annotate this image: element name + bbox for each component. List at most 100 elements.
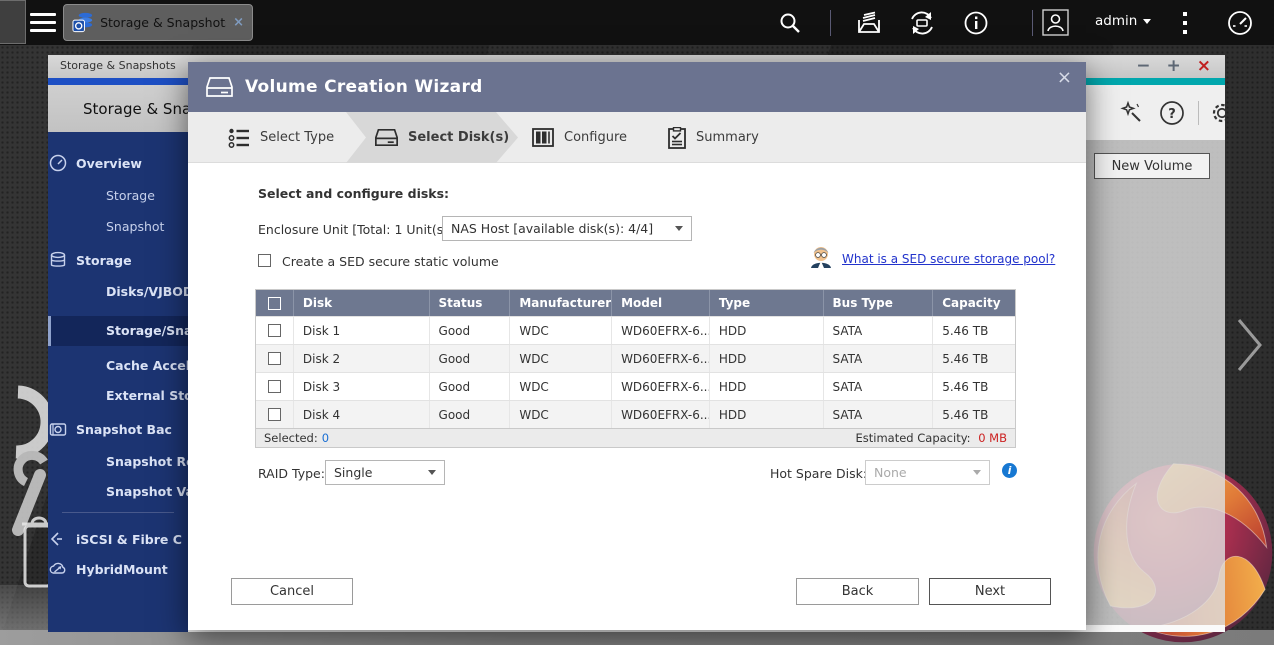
- row-checkbox[interactable]: [268, 324, 281, 337]
- step-configure[interactable]: Configure: [532, 112, 627, 163]
- table-cell: Disk 4: [293, 401, 429, 428]
- wizard-wand-icon[interactable]: [1118, 100, 1144, 126]
- notifications-info-icon[interactable]: [963, 10, 989, 36]
- app-header: Storage & Snapshots: [48, 85, 188, 132]
- sidebar-item-snapshot-overview[interactable]: Snapshot: [48, 219, 188, 234]
- table-cell: WDC: [509, 317, 611, 344]
- sidebar-divider: [62, 512, 174, 513]
- dialog-close-icon[interactable]: ×: [1057, 67, 1072, 88]
- table-cell: Good: [429, 373, 510, 400]
- cancel-button[interactable]: Cancel: [231, 578, 353, 605]
- table-row[interactable]: Disk 4 Good WDC WD60EFRX-6... HDD SATA 5…: [256, 400, 1015, 428]
- table-cell: 5.46 TB: [932, 373, 1015, 400]
- tab-storage-snapshots[interactable]: Storage & Snapshots ×: [63, 4, 253, 41]
- storage-snapshots-app-icon: [72, 11, 93, 35]
- gear-icon[interactable]: [1208, 99, 1225, 127]
- col-bus-type[interactable]: Bus Type: [823, 290, 933, 316]
- sidebar-section-snapshot-backup[interactable]: Snapshot Bac: [48, 420, 188, 438]
- table-header-row: Disk Status Manufacturer Model Type Bus …: [256, 290, 1015, 316]
- table-cell: Good: [429, 345, 510, 372]
- help-icon[interactable]: ?: [1159, 100, 1185, 126]
- raid-type-dropdown[interactable]: Single: [325, 460, 445, 485]
- more-options-icon[interactable]: [1178, 10, 1192, 36]
- sidebar-item-external-storage[interactable]: External Stora: [48, 388, 188, 403]
- user-menu[interactable]: admin: [1095, 13, 1151, 29]
- select-all-checkbox[interactable]: [268, 297, 281, 310]
- window-right-panel: ? New Volume: [1086, 85, 1225, 632]
- info-icon[interactable]: i: [1002, 463, 1017, 478]
- table-cell: SATA: [823, 373, 933, 400]
- table-cell: WDC: [509, 401, 611, 428]
- dialog-title: Volume Creation Wizard: [245, 77, 483, 97]
- window-toolbar: ?: [1086, 85, 1225, 140]
- step-summary[interactable]: Summary: [668, 112, 759, 163]
- sidebar-item-iscsi-fibre[interactable]: iSCSI & Fibre C: [48, 530, 188, 548]
- row-checkbox[interactable]: [268, 380, 281, 393]
- sidebar-item-storage-overview[interactable]: Storage: [48, 188, 188, 203]
- background-tasks-icon[interactable]: [856, 10, 882, 36]
- sed-checkbox[interactable]: [258, 254, 271, 267]
- sidebar-item-storage-snapshots[interactable]: Storage/Snap: [48, 323, 188, 338]
- table-row[interactable]: Disk 2 Good WDC WD60EFRX-6... HDD SATA 5…: [256, 344, 1015, 372]
- user-avatar-icon[interactable]: [1042, 9, 1069, 36]
- table-cell: SATA: [823, 317, 933, 344]
- sidebar-item-cache-acceleration[interactable]: Cache Accele: [48, 358, 188, 373]
- sidebar-item-hybridmount[interactable]: HybridMount: [48, 560, 188, 578]
- sidebar-item-snapshot-replica[interactable]: Snapshot Rep: [48, 454, 188, 469]
- search-icon[interactable]: [778, 11, 802, 35]
- window-title: Storage & Snapshots: [60, 59, 176, 72]
- top-bar: Storage & Snapshots ×: [0, 0, 1274, 45]
- col-disk[interactable]: Disk: [293, 290, 429, 316]
- sidebar-item-disks-vjbod[interactable]: Disks/VJBOD: [48, 284, 188, 299]
- tab-close-icon[interactable]: ×: [233, 15, 244, 30]
- col-capacity[interactable]: Capacity: [932, 290, 1015, 316]
- main-menu-icon[interactable]: [30, 13, 56, 32]
- table-cell: SATA: [823, 345, 933, 372]
- desktop-next-arrow-icon[interactable]: [1234, 315, 1264, 375]
- row-checkbox[interactable]: [268, 352, 281, 365]
- col-status[interactable]: Status: [429, 290, 510, 316]
- hot-spare-dropdown[interactable]: None: [865, 460, 990, 485]
- username: admin: [1095, 13, 1137, 29]
- partition-icon: [532, 128, 554, 147]
- table-row[interactable]: Disk 3 Good WDC WD60EFRX-6... HDD SATA 5…: [256, 372, 1015, 400]
- selected-count: 0: [322, 431, 329, 445]
- table-cell: WD60EFRX-6...: [611, 401, 709, 428]
- table-cell: 5.46 TB: [932, 345, 1015, 372]
- sidebar-item-overview[interactable]: Overview: [48, 154, 188, 172]
- minimize-icon[interactable]: −: [1136, 56, 1150, 77]
- sidebar-item-snapshot-vault[interactable]: Snapshot Vau: [48, 484, 188, 499]
- dashboard-gauge-icon[interactable]: [1226, 9, 1254, 37]
- corner-tile: [0, 0, 26, 44]
- col-type[interactable]: Type: [709, 290, 823, 316]
- enclosure-dropdown[interactable]: NAS Host [available disk(s): 4/4]: [442, 216, 692, 241]
- cloud-icon: [48, 560, 68, 578]
- close-icon[interactable]: ×: [1197, 56, 1211, 77]
- next-button[interactable]: Next: [929, 578, 1051, 605]
- col-model[interactable]: Model: [611, 290, 709, 316]
- summary-clipboard-icon: [668, 127, 686, 149]
- table-row[interactable]: Disk 1 Good WDC WD60EFRX-6... HDD SATA 5…: [256, 316, 1015, 344]
- step-select-type[interactable]: Select Type: [228, 112, 334, 163]
- enclosure-label: Enclosure Unit [Total: 1 Unit(s)]:: [258, 222, 457, 237]
- maximize-icon[interactable]: +: [1167, 56, 1181, 77]
- external-device-sync-icon[interactable]: [908, 9, 936, 37]
- wizard-stepbar: Select Type Select Disk(s) Configure: [188, 112, 1086, 163]
- sidebar-section-storage[interactable]: Storage: [48, 251, 188, 269]
- table-cell: SATA: [823, 401, 933, 428]
- table-cell: WD60EFRX-6...: [611, 373, 709, 400]
- table-cell: HDD: [709, 401, 823, 428]
- table-cell: HDD: [709, 345, 823, 372]
- col-manufacturer[interactable]: Manufacturer: [509, 290, 611, 316]
- step-select-disks[interactable]: Select Disk(s): [375, 112, 509, 163]
- screen: Storage & Snapshots ×: [0, 0, 1274, 645]
- raid-type-label: RAID Type:: [258, 466, 325, 481]
- new-volume-button[interactable]: New Volume: [1094, 153, 1210, 179]
- gauge-icon: [48, 154, 68, 172]
- back-button[interactable]: Back: [796, 578, 919, 605]
- sed-help-link[interactable]: What is a SED secure storage pool?: [842, 252, 1055, 266]
- selected-label: Selected:: [264, 431, 318, 445]
- app-title: Storage & Snapshots: [83, 100, 188, 118]
- camera-icon: [48, 420, 68, 438]
- row-checkbox[interactable]: [268, 408, 281, 421]
